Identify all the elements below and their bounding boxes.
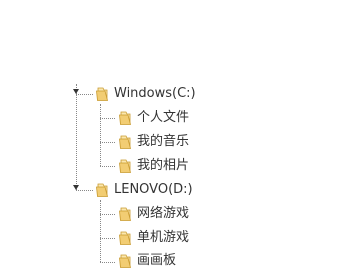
- tree-connector: [100, 142, 115, 143]
- folder-icon: [119, 111, 132, 125]
- folder-icon: [96, 87, 109, 101]
- folder-icon: [96, 183, 109, 197]
- tree-node-label: 网络游戏: [137, 206, 190, 221]
- folder-icon: [119, 207, 132, 221]
- tree-node-drive-c[interactable]: Windows(C:): [95, 84, 196, 104]
- folder-tree: Windows(C:) 个人文件 我的音乐 我的相片 LENOVO(D:) 网络…: [0, 0, 340, 271]
- folder-icon: [119, 254, 132, 268]
- tree-node-folder[interactable]: 单机游戏: [118, 228, 189, 248]
- tree-connector: [100, 262, 115, 263]
- tree-node-folder[interactable]: 我的音乐: [118, 132, 189, 152]
- tree-node-label: 单机游戏: [137, 230, 190, 245]
- tree-node-label: LENOVO(D:): [114, 182, 193, 197]
- tree-connector: [100, 214, 115, 215]
- tree-node-drive-d[interactable]: LENOVO(D:): [95, 180, 193, 200]
- tree-node-label: 我的音乐: [137, 134, 190, 149]
- folder-icon: [119, 159, 132, 173]
- tree-connector: [76, 190, 93, 191]
- folder-icon: [119, 231, 132, 245]
- tree-node-label: 我的相片: [137, 158, 190, 173]
- tree-node-label: 画画板: [137, 253, 177, 268]
- tree-node-label: 个人文件: [137, 110, 190, 125]
- tree-connector: [76, 94, 93, 95]
- folder-icon: [119, 135, 132, 149]
- tree-node-folder[interactable]: 个人文件: [118, 108, 189, 128]
- tree-connector: [100, 238, 115, 239]
- tree-node-folder[interactable]: 我的相片: [118, 156, 189, 176]
- tree-connector: [100, 104, 101, 166]
- tree-connector: [100, 118, 115, 119]
- tree-connector: [76, 94, 77, 190]
- tree-connector: [100, 200, 101, 262]
- tree-node-folder[interactable]: 画画板: [118, 251, 176, 271]
- tree-node-label: Windows(C:): [114, 86, 196, 101]
- tree-node-folder[interactable]: 网络游戏: [118, 204, 189, 224]
- tree-connector: [100, 166, 115, 167]
